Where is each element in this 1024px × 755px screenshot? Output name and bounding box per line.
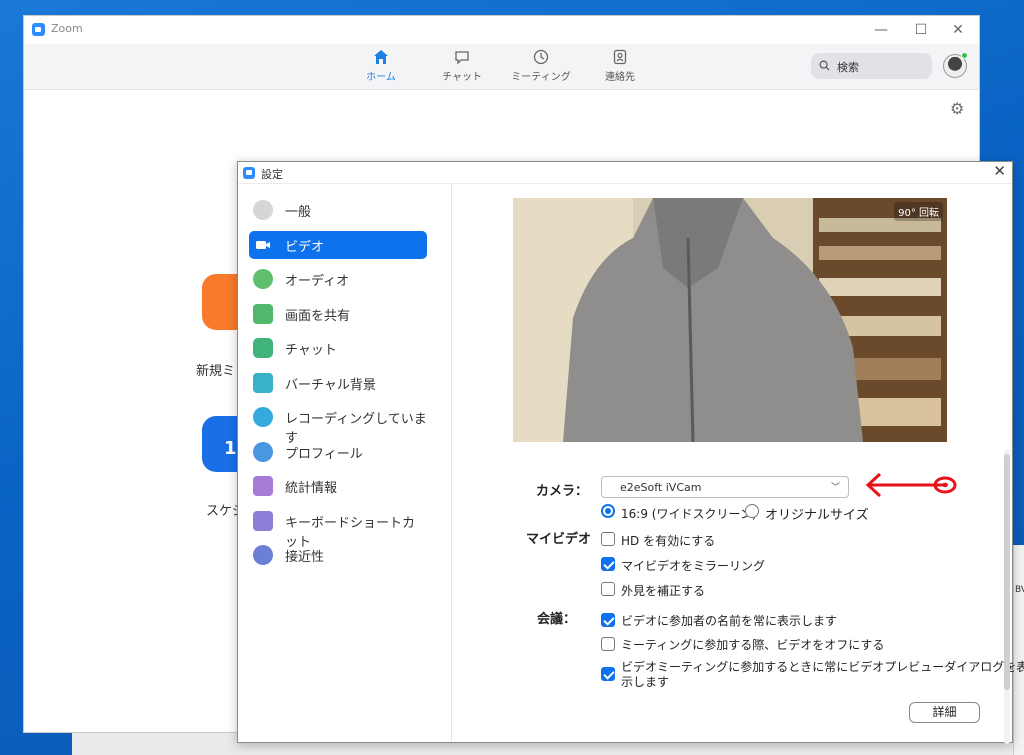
sidebar-item-share-screen[interactable]: 画面を共有: [249, 300, 427, 328]
sidebar-item-label: バーチャル背景: [285, 378, 376, 393]
settings-sidebar: 一般 ビデオ オーディオ 画面を共有 チャット バーチャル背景 レコーディングし…: [238, 184, 452, 742]
settings-close-button[interactable]: ✕: [993, 162, 1006, 180]
nav-meetings-label: ミーティング: [511, 72, 571, 83]
red-arrow-annotation: [865, 472, 957, 498]
nav-contacts[interactable]: 連絡先: [585, 49, 655, 83]
touch-up-checkbox[interactable]: [601, 582, 615, 596]
sidebar-item-profile[interactable]: プロフィール: [249, 438, 427, 466]
statistics-icon: [253, 476, 273, 496]
minimize-button[interactable]: —: [861, 19, 901, 41]
camera-select-value: e2eSoft iVCam: [620, 481, 702, 494]
video-preview-label-line2: 示します: [621, 675, 670, 689]
close-button[interactable]: ✕: [938, 19, 978, 41]
zoom-title-bar: Zoom — ☐ ✕: [24, 16, 979, 44]
video-settings-panel: 90° 回転 カメラ： e2eSoft iVCam ﹀ 16:9 (ワイドスクリ…: [452, 184, 1024, 744]
zoom-window-title: Zoom: [51, 22, 83, 35]
aspect-original-label: オリジナルサイズ: [765, 508, 869, 523]
settings-title: 設定: [261, 168, 283, 181]
virtual-background-icon: [253, 373, 273, 393]
chat-bubble-icon: [455, 51, 469, 65]
meeting-label: 会議：: [537, 612, 577, 627]
sidebar-item-statistics[interactable]: 統計情報: [249, 472, 427, 500]
sidebar-item-accessibility[interactable]: 接近性: [249, 541, 427, 569]
turn-off-video-label: ミーティングに参加する際、ビデオをオフにする: [621, 638, 885, 652]
sidebar-item-audio[interactable]: オーディオ: [249, 265, 427, 293]
nav-meetings[interactable]: ミーティング: [506, 49, 576, 83]
settings-window: 設定 ✕ 一般 ビデオ オーディオ 画面を共有 チャット バーチャル背景 レコー…: [237, 161, 1024, 744]
nav-home[interactable]: ホーム: [346, 49, 416, 83]
advanced-button[interactable]: 詳細: [909, 702, 980, 723]
enable-hd-checkbox[interactable]: [601, 532, 615, 546]
mirror-video-label: マイビデオをミラーリング: [621, 559, 766, 573]
background-window-text: BV: [1015, 585, 1024, 595]
new-meeting-label: 新規ミ: [196, 364, 236, 379]
sidebar-item-keyboard-shortcuts[interactable]: キーボードショートカット: [249, 507, 427, 550]
enable-hd-label: HD を有効にする: [621, 534, 716, 548]
zoom-logo-icon: [32, 23, 45, 36]
presence-status-badge: [961, 52, 968, 59]
my-video-label: マイビデオ: [526, 532, 592, 547]
record-icon: [253, 407, 273, 427]
keyboard-icon: [253, 511, 273, 531]
scrollbar-thumb[interactable]: [1004, 454, 1010, 690]
chevron-down-icon: ﹀: [830, 483, 840, 493]
sidebar-item-label: 画面を共有: [285, 309, 351, 324]
mirror-video-checkbox[interactable]: [601, 557, 615, 571]
search-placeholder: 検索: [837, 61, 859, 74]
aspect-16-9-radio[interactable]: [601, 504, 615, 518]
zoom-logo-icon: [243, 167, 255, 179]
sidebar-item-chat[interactable]: チャット: [249, 334, 427, 362]
search-box[interactable]: 検索: [811, 53, 932, 79]
aspect-16-9-label: 16:9 (ワイドスクリーン): [621, 507, 757, 521]
settings-title-bar: 設定 ✕: [238, 162, 1012, 184]
sidebar-item-label: プロフィール: [285, 447, 363, 462]
camera-label: カメラ：: [536, 484, 589, 499]
accessibility-icon: [253, 545, 273, 565]
video-preview-label: ビデオミーティングに参加するときに常にビデオプレビューダイアログを表: [621, 660, 1024, 674]
sidebar-item-label: ビデオ: [285, 240, 325, 255]
show-names-label: ビデオに参加者の名前を常に表示します: [621, 614, 838, 628]
rotate-video-button[interactable]: 90° 回転: [894, 202, 943, 221]
sidebar-item-video[interactable]: ビデオ: [249, 231, 427, 259]
sidebar-item-label: チャット: [285, 343, 337, 358]
turn-off-video-checkbox[interactable]: [601, 637, 615, 651]
chat-icon: [253, 338, 273, 358]
show-names-checkbox[interactable]: [601, 613, 615, 627]
camera-preview-image: [513, 198, 947, 442]
nav-contacts-label: 連絡先: [605, 72, 635, 83]
sidebar-item-general[interactable]: 一般: [249, 196, 427, 224]
touch-up-label: 外見を補正する: [621, 584, 706, 598]
nav-chat[interactable]: チャット: [427, 49, 497, 83]
sidebar-item-label: 接近性: [285, 550, 325, 565]
aspect-original-radio[interactable]: [745, 504, 759, 518]
headphones-icon: [253, 269, 273, 289]
sidebar-item-virtual-background[interactable]: バーチャル背景: [249, 369, 427, 397]
maximize-button[interactable]: ☐: [901, 19, 941, 41]
home-icon: [374, 50, 388, 64]
nav-home-label: ホーム: [366, 72, 396, 83]
contacts-icon: [613, 49, 627, 65]
clock-icon: [533, 49, 549, 65]
sidebar-item-label: 統計情報: [285, 481, 338, 496]
desktop-background-window-right: BV: [1013, 545, 1024, 755]
sidebar-item-recording[interactable]: レコーディングしています: [249, 403, 427, 446]
video-camera-icon: [256, 241, 270, 249]
gear-icon: [253, 200, 273, 220]
sidebar-item-label: 一般: [285, 205, 312, 220]
gear-icon[interactable]: ⚙: [950, 99, 964, 118]
search-icon: [819, 60, 830, 71]
nav-chat-label: チャット: [442, 72, 482, 83]
share-screen-icon: [253, 304, 273, 324]
video-preview-checkbox[interactable]: [601, 667, 615, 681]
camera-select[interactable]: e2eSoft iVCam ﹀: [601, 476, 849, 498]
camera-preview: 90° 回転: [513, 198, 947, 442]
zoom-top-nav: ホーム チャット ミーティング 連絡先 検索: [24, 44, 979, 90]
sidebar-item-label: オーディオ: [285, 274, 350, 289]
profile-icon: [253, 442, 273, 462]
